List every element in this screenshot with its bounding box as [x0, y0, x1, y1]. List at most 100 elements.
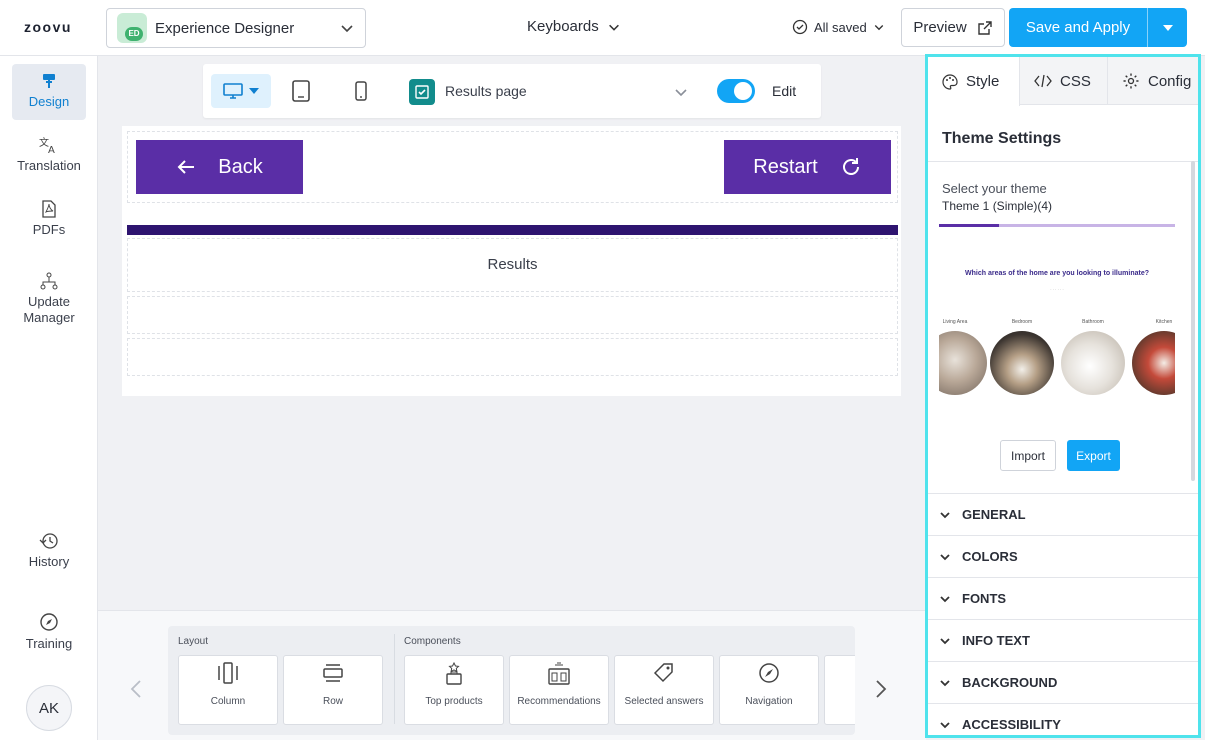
- thumb-progress-bar: [939, 224, 1175, 227]
- refresh-icon: [842, 158, 859, 175]
- room-label: Bathroom: [1082, 319, 1104, 325]
- external-link-icon: [977, 20, 992, 35]
- top-products-tile[interactable]: Top products: [404, 655, 504, 725]
- results-text: Results: [487, 256, 538, 273]
- tab-config[interactable]: Config: [1108, 57, 1198, 105]
- progress-bar: [127, 225, 898, 235]
- restart-button[interactable]: Restart: [724, 140, 891, 194]
- hierarchy-icon: [40, 272, 58, 290]
- preview-label: Preview: [913, 19, 967, 36]
- tab-css[interactable]: CSS: [1020, 57, 1108, 105]
- project-selector[interactable]: Keyboards: [527, 18, 621, 35]
- check-icon: [415, 85, 429, 99]
- section-label: COLORS: [962, 549, 1018, 564]
- toggle-knob: [734, 82, 752, 100]
- sidebar-item-label: Design: [28, 94, 70, 109]
- sidebar-item-pdfs[interactable]: PDFs: [12, 200, 86, 238]
- room-image: [1132, 331, 1175, 395]
- back-button[interactable]: Back: [136, 140, 303, 194]
- user-avatar[interactable]: AK: [26, 685, 72, 731]
- section-general[interactable]: GENERAL: [928, 493, 1198, 535]
- empty-row[interactable]: [127, 296, 898, 334]
- panel-scrollbar[interactable]: [1191, 161, 1195, 481]
- sidebar-item-training[interactable]: Training: [12, 612, 86, 652]
- app-badge: ED: [125, 27, 143, 41]
- desktop-view-button[interactable]: [211, 74, 271, 108]
- design-canvas: Back Restart Results: [122, 126, 901, 396]
- chevron-down-icon: [940, 511, 950, 518]
- row-tile[interactable]: Row: [283, 655, 383, 725]
- check-circle-icon: [792, 19, 808, 35]
- section-colors[interactable]: COLORS: [928, 535, 1198, 577]
- panel-tabs: Style CSS Config: [928, 57, 1198, 106]
- section-background[interactable]: BACKGROUND: [928, 661, 1198, 703]
- save-status[interactable]: All saved: [792, 19, 885, 35]
- tab-label: Style: [966, 73, 1000, 90]
- edit-toggle[interactable]: [717, 79, 755, 103]
- theme-settings-title: Theme Settings: [942, 130, 1062, 147]
- thumb-room: Kitchen: [1132, 319, 1175, 395]
- page-selector[interactable]: Results page: [445, 83, 527, 99]
- save-options-toggle[interactable]: [1147, 8, 1187, 47]
- recommendations-icon: [548, 662, 570, 685]
- preview-button[interactable]: Preview: [901, 8, 1005, 47]
- section-accessibility[interactable]: ACCESSIBILITY: [928, 703, 1198, 735]
- column-tile[interactable]: Column: [178, 655, 278, 725]
- sidebar-item-translation[interactable]: 文A Translation: [12, 136, 86, 174]
- sidebar-item-update-manager[interactable]: Update Manager: [12, 272, 86, 326]
- save-and-apply-button[interactable]: Save and Apply: [1009, 8, 1187, 47]
- room-label: Bedroom: [1011, 319, 1033, 325]
- component-palette-area: Layout Components Column Row Top product…: [98, 610, 926, 740]
- desktop-icon: [223, 83, 243, 99]
- selected-answers-tile[interactable]: Selected answers: [614, 655, 714, 725]
- tile-label: Row: [322, 696, 343, 707]
- navigation-tile[interactable]: Navigation: [719, 655, 819, 725]
- page-checkbox[interactable]: [409, 79, 435, 105]
- section-label: BACKGROUND: [962, 675, 1058, 690]
- sidebar-item-design[interactable]: Design: [12, 64, 86, 120]
- export-button[interactable]: Export: [1067, 440, 1120, 471]
- sidebar-item-label: PDFs: [32, 222, 66, 237]
- theme-preview-thumbnail[interactable]: Which areas of the home are you looking …: [939, 222, 1175, 402]
- tab-style[interactable]: Style: [928, 57, 1020, 106]
- palette-divider: [394, 634, 395, 724]
- svg-text:A: A: [48, 145, 55, 154]
- thumb-room: Bathroom: [1061, 319, 1125, 395]
- save-status-text: All saved: [814, 19, 867, 35]
- more-components-tile[interactable]: [824, 655, 855, 725]
- compass-icon: [40, 613, 58, 631]
- chevron-down-icon[interactable]: [673, 84, 689, 100]
- recommendations-tile[interactable]: Recommendations: [509, 655, 609, 725]
- mobile-view-button[interactable]: [343, 74, 379, 108]
- history-icon: [39, 533, 58, 549]
- tile-label: Navigation: [745, 696, 793, 707]
- row-icon: [323, 664, 343, 682]
- back-label: Back: [218, 155, 263, 178]
- room-label: Kitchen: [1155, 319, 1173, 325]
- theme-name[interactable]: Theme 1 (Simple)(4): [942, 199, 1052, 213]
- chevron-left-icon[interactable]: [130, 679, 142, 699]
- restart-label: Restart: [753, 155, 818, 178]
- chevron-down-icon: [940, 679, 950, 686]
- thumb-room: Living Area: [939, 319, 987, 395]
- caret-down-icon: [249, 88, 259, 94]
- empty-row[interactable]: [127, 338, 898, 376]
- zoovu-logo[interactable]: zoovu: [24, 19, 72, 35]
- room-image: [990, 331, 1054, 395]
- components-header: Components: [404, 636, 461, 647]
- pdf-icon: [42, 200, 56, 218]
- tab-label: CSS: [1060, 72, 1091, 90]
- import-button[interactable]: Import: [1000, 440, 1056, 471]
- top-products-icon: [446, 662, 462, 685]
- section-label: GENERAL: [962, 507, 1026, 522]
- section-fonts[interactable]: FONTS: [928, 577, 1198, 619]
- section-info-text[interactable]: INFO TEXT: [928, 619, 1198, 661]
- chevron-right-icon[interactable]: [875, 679, 887, 699]
- app-selector[interactable]: ED Experience Designer: [106, 8, 366, 48]
- top-bar: zoovu ED Experience Designer Keyboards A…: [0, 0, 1205, 56]
- sidebar-item-history[interactable]: History: [12, 532, 86, 570]
- tablet-view-button[interactable]: [283, 74, 319, 108]
- chevron-down-icon: [940, 721, 950, 728]
- sidebar-item-label: Training: [25, 636, 73, 651]
- sidebar-item-label: Update Manager: [23, 294, 75, 325]
